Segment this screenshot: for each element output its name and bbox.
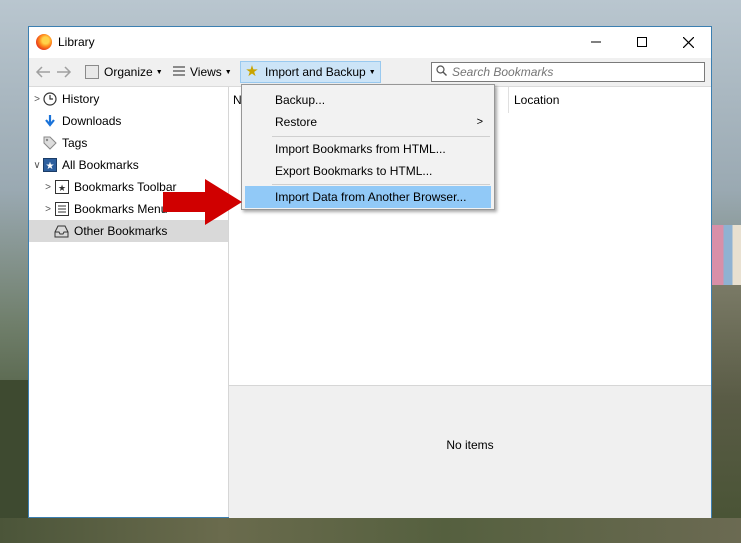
sidebar-item-label: History bbox=[62, 92, 100, 106]
dropdown-caret-icon: ▼ bbox=[155, 68, 163, 76]
import-star-icon: ★ bbox=[245, 63, 259, 80]
download-arrow-icon bbox=[42, 114, 57, 129]
maximize-icon bbox=[637, 37, 647, 47]
menu-item-label: Export Bookmarks to HTML... bbox=[275, 164, 433, 178]
views-list-icon bbox=[173, 66, 185, 78]
sidebar-item-all-bookmarks[interactable]: ∨ ★ All Bookmarks bbox=[29, 154, 228, 176]
sidebar-item-label: Other Bookmarks bbox=[74, 224, 168, 238]
maximize-button[interactable] bbox=[619, 27, 665, 57]
menu-item-label: Import Bookmarks from HTML... bbox=[275, 142, 446, 156]
close-button[interactable] bbox=[665, 27, 711, 57]
sidebar-tree: > History Downloads Tags ∨ ★ All Bookmar… bbox=[29, 87, 229, 517]
minimize-icon bbox=[591, 41, 601, 43]
red-annotation-arrow-icon bbox=[163, 179, 242, 225]
back-button[interactable] bbox=[33, 62, 53, 82]
menu-item-export-html[interactable]: Export Bookmarks to HTML... bbox=[245, 160, 491, 182]
search-box[interactable] bbox=[431, 62, 705, 82]
forward-arrow-icon bbox=[57, 66, 72, 78]
menu-item-import-html[interactable]: Import Bookmarks from HTML... bbox=[245, 138, 491, 160]
title-bar[interactable]: Library bbox=[29, 27, 711, 57]
expand-chevron-icon[interactable]: > bbox=[42, 182, 54, 193]
toolbar-star-icon: ★ bbox=[54, 180, 69, 195]
no-items-text: No items bbox=[446, 438, 494, 452]
menu-item-restore[interactable]: Restore > bbox=[245, 111, 491, 133]
background-landscape-bottom bbox=[0, 518, 741, 543]
details-pane: No items bbox=[229, 385, 711, 518]
clock-icon bbox=[42, 92, 57, 107]
menu-item-label: Backup... bbox=[275, 93, 326, 107]
sidebar-item-downloads[interactable]: Downloads bbox=[29, 110, 228, 132]
sidebar-item-label: Bookmarks Menu bbox=[74, 202, 168, 216]
svg-text:★: ★ bbox=[45, 161, 54, 172]
tag-icon bbox=[42, 136, 57, 151]
svg-text:★: ★ bbox=[57, 184, 65, 194]
background-houses bbox=[712, 225, 741, 285]
forward-button[interactable] bbox=[54, 62, 74, 82]
views-menu-button[interactable]: Views ▼ bbox=[173, 62, 232, 82]
organize-icon bbox=[85, 65, 99, 79]
menu-item-backup[interactable]: Backup... bbox=[245, 89, 491, 111]
submenu-arrow-icon: > bbox=[476, 116, 483, 128]
import-backup-menu-button[interactable]: ★ Import and Backup ▼ bbox=[240, 61, 381, 83]
organize-menu-button[interactable]: Organize ▼ bbox=[85, 62, 163, 82]
sidebar-item-tags[interactable]: Tags bbox=[29, 132, 228, 154]
expand-chevron-icon[interactable]: > bbox=[42, 204, 54, 215]
import-backup-dropdown-menu: Backup... Restore > Import Bookmarks fro… bbox=[241, 84, 495, 210]
minimize-button[interactable] bbox=[573, 27, 619, 57]
dropdown-caret-icon: ▼ bbox=[224, 68, 232, 76]
menu-item-import-from-browser[interactable]: Import Data from Another Browser... bbox=[245, 186, 491, 208]
tray-icon bbox=[54, 224, 69, 239]
sidebar-item-history[interactable]: > History bbox=[29, 88, 228, 110]
menu-separator bbox=[272, 184, 490, 185]
import-backup-label: Import and Backup bbox=[265, 65, 366, 79]
dropdown-caret-icon: ▼ bbox=[368, 68, 376, 76]
search-icon bbox=[436, 65, 447, 79]
menu-list-icon bbox=[54, 202, 69, 217]
bookmarks-star-icon: ★ bbox=[42, 158, 57, 173]
sidebar-item-label: Tags bbox=[62, 136, 88, 150]
sidebar-item-label: Bookmarks Toolbar bbox=[74, 180, 177, 194]
column-separator[interactable] bbox=[508, 87, 509, 113]
column-header-location[interactable]: Location bbox=[514, 93, 559, 107]
close-icon bbox=[682, 36, 694, 48]
background-rocks bbox=[712, 285, 741, 518]
organize-label: Organize bbox=[104, 65, 153, 79]
back-arrow-icon bbox=[35, 66, 50, 78]
menu-separator bbox=[272, 136, 490, 137]
menu-item-label: Import Data from Another Browser... bbox=[275, 190, 467, 204]
menu-item-label: Restore bbox=[275, 115, 318, 129]
sidebar-item-label: Downloads bbox=[62, 114, 122, 128]
sidebar-item-label: All Bookmarks bbox=[62, 158, 139, 172]
views-label: Views bbox=[190, 65, 222, 79]
search-input[interactable] bbox=[452, 65, 682, 79]
window-title: Library bbox=[58, 35, 95, 49]
firefox-icon bbox=[36, 34, 52, 50]
